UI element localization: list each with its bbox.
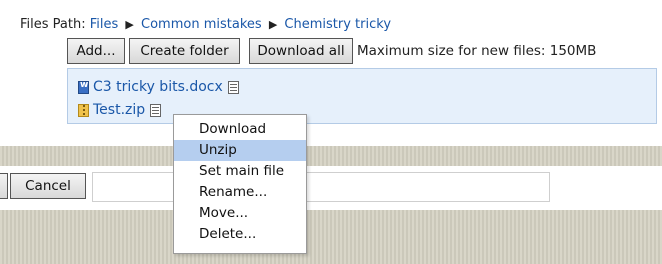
file-menu-icon[interactable] [227,80,239,94]
menu-item-delete[interactable]: Delete... [174,224,306,245]
file-name[interactable]: Test.zip [93,102,145,118]
breadcrumb-chemistry-tricky[interactable]: Chemistry tricky [284,17,391,32]
breadcrumb: Files Path: Files ▶ Common mistakes ▶ Ch… [20,17,391,32]
cancel-button[interactable]: Cancel [10,173,86,199]
zip-archive-icon [78,103,89,117]
create-folder-button[interactable]: Create folder [129,38,240,64]
breadcrumb-separator-icon: ▶ [268,18,278,31]
file-item-zip[interactable]: Test.zip [78,102,162,118]
add-button[interactable]: Add... [67,38,125,64]
menu-item-set-main-file[interactable]: Set main file [174,161,306,182]
page-footer-band [0,210,662,264]
breadcrumb-common-mistakes[interactable]: Common mistakes [141,17,262,32]
form-field-box [92,172,550,202]
form-separator-band [0,146,662,166]
file-context-menu: Download Unzip Set main file Rename... M… [173,114,307,254]
max-file-size-text: Maximum size for new files: 150MB [357,43,597,59]
download-all-button[interactable]: Download all [249,38,353,64]
file-menu-icon[interactable] [150,103,162,117]
breadcrumb-files[interactable]: Files [90,17,119,32]
word-document-icon [78,80,89,94]
breadcrumb-separator-icon: ▶ [125,18,134,31]
menu-item-move[interactable]: Move... [174,203,306,224]
path-label: Files Path: [20,17,86,32]
menu-item-rename[interactable]: Rename... [174,182,306,203]
file-name[interactable]: C3 tricky bits.docx [93,79,223,95]
menu-item-download[interactable]: Download [174,119,306,140]
save-button[interactable] [0,173,8,199]
file-item-docx[interactable]: C3 tricky bits.docx [78,79,239,95]
menu-item-unzip[interactable]: Unzip [174,140,306,161]
